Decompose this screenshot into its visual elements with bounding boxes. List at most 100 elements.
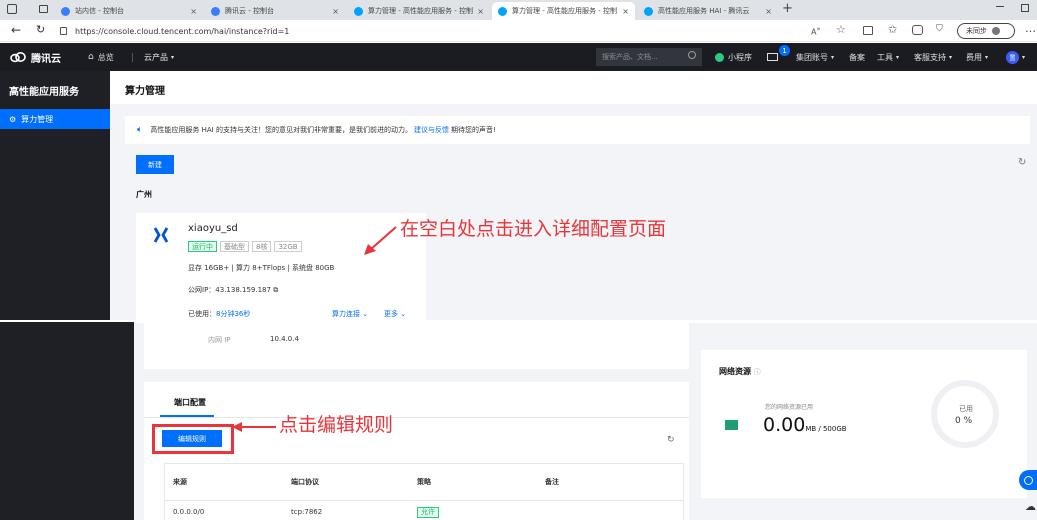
- new-instance-button[interactable]: 新建: [136, 155, 174, 174]
- close-icon[interactable]: ×: [186, 7, 197, 16]
- tab-title: 高性能应用服务 HAI - 腾讯云: [658, 7, 750, 15]
- speaker-icon: 🔈︎: [137, 125, 143, 135]
- tab-favicon-icon: [211, 6, 220, 16]
- copy-icon[interactable]: ⧉: [273, 286, 278, 294]
- more-dropdown[interactable]: 更多 ⌄: [384, 309, 406, 319]
- sidebar-item-compute[interactable]: ⚙ 算力管理: [0, 109, 110, 129]
- tier-badge: 基础型: [220, 241, 249, 252]
- chevron-down-icon: ▾: [831, 53, 835, 61]
- instance-name[interactable]: xiaoyu_sd: [188, 223, 238, 234]
- message-button[interactable]: 1: [767, 43, 790, 71]
- sidebar-lower: [0, 322, 134, 520]
- connect-dropdown[interactable]: 算力连接 ⌄: [332, 309, 368, 319]
- network-title-text: 网络资源: [719, 367, 751, 376]
- instance-logo-icon: [154, 227, 168, 243]
- tab-title: 算力管理 - 高性能应用服务 - 控制: [368, 7, 473, 15]
- network-used-label: 您的网络资源已用: [765, 404, 814, 411]
- close-icon[interactable]: ×: [761, 7, 772, 16]
- profile-button[interactable]: 未同步: [957, 23, 1015, 39]
- minimize-icon[interactable]: [996, 6, 1004, 7]
- tab-actions-icon[interactable]: [39, 5, 48, 13]
- read-aloud-icon[interactable]: A»: [811, 25, 821, 37]
- table-header-row: 来源 端口协议 策略 备注: [165, 464, 683, 500]
- tab-hai-product[interactable]: 高性能应用服务 HAI - 腾讯云 ×: [638, 2, 778, 20]
- url-field[interactable]: https://console.cloud.tencent.com/hai/in…: [60, 24, 740, 38]
- home-icon: ⌂: [88, 52, 94, 62]
- logo-text: 腾讯云: [31, 53, 61, 65]
- close-icon[interactable]: ×: [328, 7, 339, 16]
- network-icon: [725, 420, 738, 430]
- nav-billing[interactable]: 费用 ▾: [966, 43, 988, 71]
- nav-group-account[interactable]: 集团账号 ▾: [796, 43, 834, 71]
- used-value: 8分钟36秒: [216, 310, 251, 318]
- nav-tools[interactable]: 工具 ▾: [877, 43, 899, 71]
- tab-hai-console-1[interactable]: 算力管理 - 高性能应用服务 - 控制 ×: [348, 2, 490, 20]
- cloud-logo-icon: [10, 52, 26, 63]
- feedback-link[interactable]: 建议与反馈: [414, 125, 449, 135]
- tab-console[interactable]: 腾讯云 - 控制台 ×: [205, 2, 345, 20]
- page-title: 算力管理: [125, 86, 165, 97]
- floating-cloud-icon[interactable]: ☁: [1025, 500, 1036, 513]
- user-avatar[interactable]: 置 ▾: [1006, 43, 1025, 71]
- nav-mini-program[interactable]: 小程序: [715, 43, 752, 71]
- column-header-remark: 备注: [545, 477, 559, 486]
- favorites-list-icon[interactable]: ✩: [888, 23, 897, 36]
- header-search-input[interactable]: 搜索产品、文档...: [596, 48, 702, 66]
- nav-overview[interactable]: ⌂ 总览: [88, 43, 114, 71]
- url-text: https://console.cloud.tencent.com/hai/in…: [75, 26, 290, 36]
- nav-overview-label: 总览: [97, 52, 114, 62]
- network-usage-value: 0.00MB / 500GB: [763, 414, 847, 436]
- lock-icon: [60, 27, 67, 35]
- tab-hai-console-active[interactable]: 算力管理 - 高性能应用服务 - 控制 ×: [492, 2, 635, 20]
- tab-port-config[interactable]: 端口配置: [174, 397, 206, 408]
- restore-icon[interactable]: [1021, 4, 1029, 12]
- refresh-icon[interactable]: ↻: [36, 23, 45, 36]
- tab-messages[interactable]: 站内信 - 控制台 ×: [55, 2, 203, 20]
- annotation-text-top: 在空白处点击进入详细配置页面: [400, 218, 667, 240]
- search-icon[interactable]: [688, 51, 696, 59]
- filing-label: 备案: [849, 52, 865, 62]
- tencent-cloud-logo[interactable]: 腾讯云: [10, 43, 61, 71]
- mini-program-icon: [715, 52, 724, 62]
- tab-title: 腾讯云 - 控制台: [225, 7, 274, 15]
- refresh-icon[interactable]: ↻: [1018, 157, 1026, 168]
- search-placeholder: 搜索产品、文档...: [602, 53, 658, 61]
- close-icon[interactable]: ×: [473, 7, 484, 16]
- column-header-source: 来源: [173, 477, 187, 486]
- browser-menu-icon[interactable]: [7, 4, 17, 14]
- settings-icon: ⚙: [9, 114, 17, 124]
- refresh-icon[interactable]: ↻: [667, 435, 675, 445]
- chevron-down-icon: ▾: [171, 53, 175, 61]
- edit-rule-button[interactable]: 编辑规则: [162, 430, 222, 447]
- chevron-down-icon: ▾: [949, 53, 953, 61]
- private-ip-label: 内网 IP: [208, 336, 231, 344]
- usage-ring: [931, 380, 999, 448]
- info-icon[interactable]: ⓘ: [754, 368, 761, 376]
- profile-label: 未同步: [966, 27, 987, 35]
- split-screen-icon[interactable]: [863, 26, 873, 35]
- column-header-protocol: 端口协议: [291, 477, 319, 486]
- back-icon[interactable]: ←: [11, 23, 21, 37]
- nav-support[interactable]: 客服支持 ▾: [914, 43, 952, 71]
- cell-source: 0.0.0.0/0: [173, 508, 205, 517]
- port-config-panel: 端口配置 编辑规则 ↻ 来源 端口协议 策略 备注 0.0.0.0/0 tcp:…: [144, 382, 689, 520]
- tab-title: 站内信 - 控制台: [75, 7, 124, 15]
- sidebar: 高性能应用服务 ⚙ 算力管理: [0, 71, 110, 321]
- shield-icon[interactable]: ⛉: [936, 24, 943, 34]
- favorite-star-icon[interactable]: ☆: [836, 23, 846, 36]
- main-content-top: 算力管理 🔈︎ 高性能应用服务 HAI 的支持与关注！您的意见对我们非常重要，是…: [110, 71, 1037, 321]
- cell-remark: [545, 500, 683, 520]
- more-options-icon[interactable]: …: [1025, 22, 1036, 35]
- close-icon[interactable]: ×: [618, 7, 629, 16]
- nav-filing[interactable]: 备案: [849, 43, 865, 71]
- status-badge: 运行中: [188, 241, 217, 252]
- sidebar-title: 高性能应用服务: [9, 87, 79, 98]
- column-header-policy: 策略: [417, 477, 431, 486]
- collections-icon[interactable]: [912, 25, 923, 35]
- floating-help-button[interactable]: [1019, 470, 1037, 490]
- nav-products[interactable]: 云产品 ▾: [144, 43, 174, 71]
- address-bar: ← ↻ https://console.cloud.tencent.com/ha…: [0, 20, 1037, 42]
- network-value: 0.00: [763, 414, 806, 436]
- new-tab-icon[interactable]: +: [782, 1, 793, 16]
- chevron-down-icon: ⌄: [400, 310, 407, 318]
